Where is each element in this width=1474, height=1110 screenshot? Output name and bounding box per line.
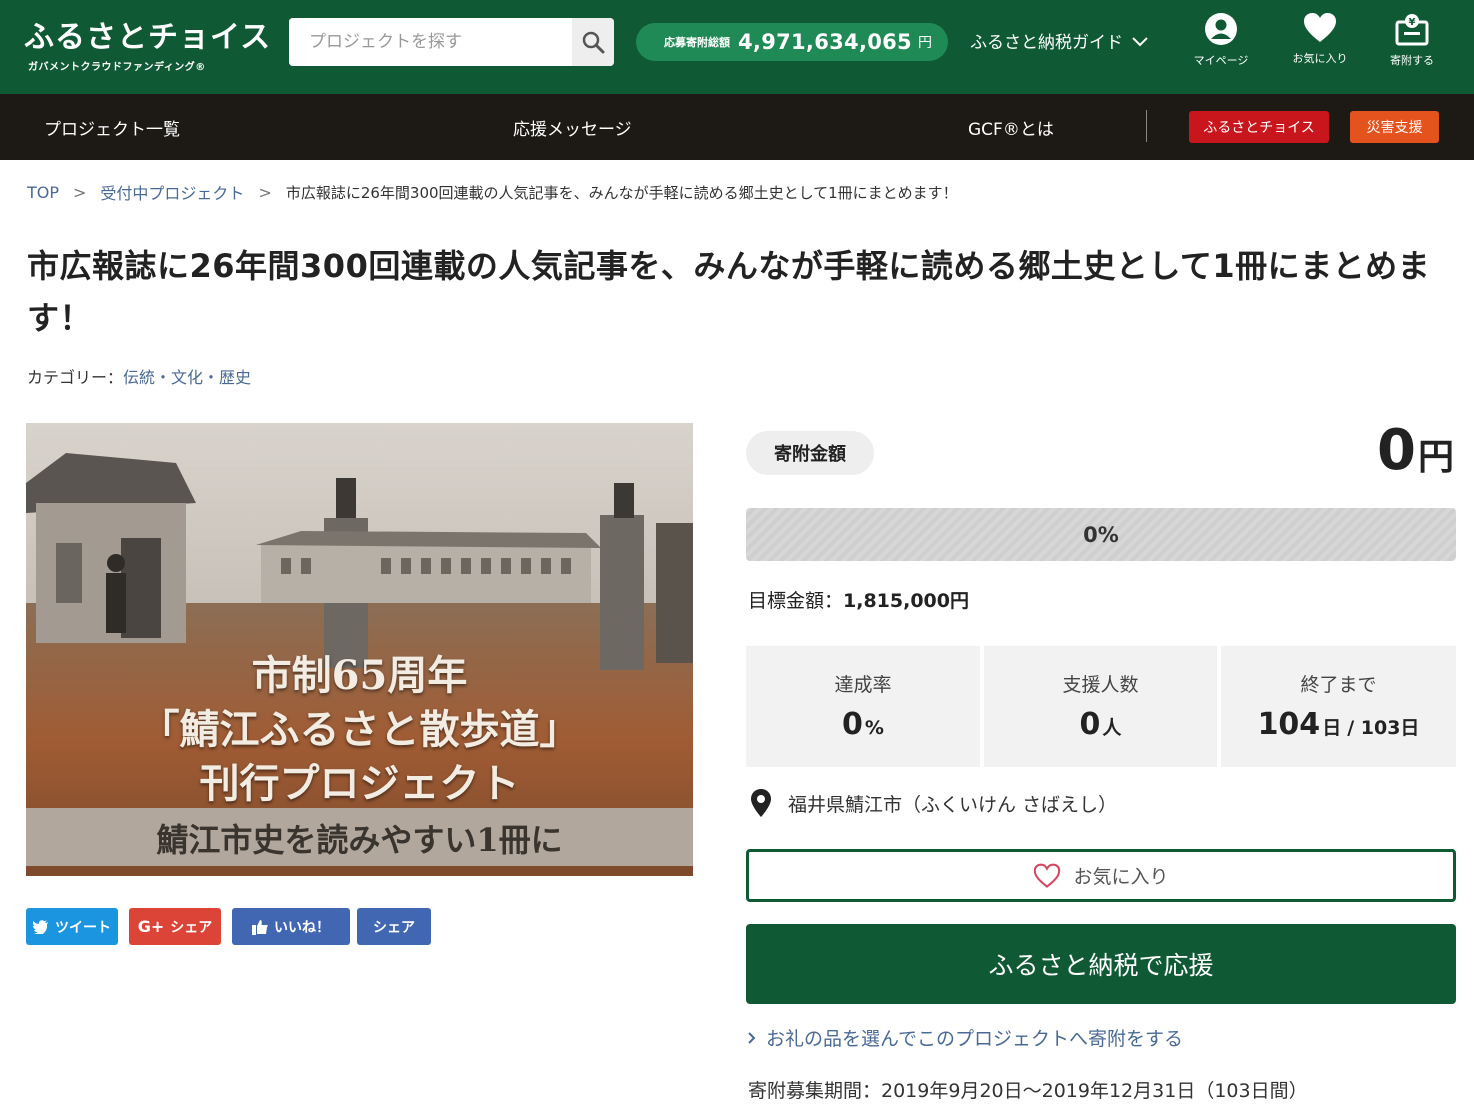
tweet-label: ツイート	[55, 919, 111, 936]
heart-outline-icon	[1034, 863, 1061, 888]
stat-remaining-unit: 日	[1322, 717, 1342, 739]
stat-rate-value: 0	[842, 707, 863, 742]
donation-amount-value: 0	[1377, 418, 1416, 483]
project-location: 福井県鯖江市（ふくいけん さばえし）	[750, 788, 1117, 818]
breadcrumb-current: 市広報誌に26年間300回連載の人気記事を、みんなが手軽に読める郷土史として1冊…	[285, 183, 958, 202]
mypage-link[interactable]: マイページ	[1181, 12, 1261, 68]
donate-link[interactable]: ¥ 寄附する	[1372, 12, 1452, 68]
stat-remaining-days: 終了まで 104 日/ 103日	[1221, 646, 1456, 767]
funding-progress-bar: 0%	[746, 508, 1456, 561]
site-header: ふるさとチョイス ガバメントクラウドファンディング® 応募寄附総額 4,971,…	[0, 0, 1474, 94]
donate-label: 寄附する	[1390, 54, 1434, 67]
search-input[interactable]	[289, 18, 572, 66]
main-nav: プロジェクト一覧 応援メッセージ GCF®とは ふるさとチョイス 災害支援	[0, 94, 1474, 160]
mypage-label: マイページ	[1193, 54, 1249, 67]
donate-box-icon: ¥	[1395, 14, 1429, 46]
donate-furusato-button[interactable]: ふるさと納税で応援	[746, 924, 1456, 1004]
category-link[interactable]: 伝統・文化・歴史	[123, 368, 251, 387]
stat-remaining-value: 104	[1257, 707, 1321, 742]
hero-text-line2: 「鯖江ふるさと散歩道」	[139, 706, 580, 753]
disaster-support-button[interactable]: 災害支援	[1350, 111, 1439, 143]
breadcrumb-separator: >	[258, 182, 272, 202]
stat-supporters-value: 0	[1079, 707, 1101, 742]
stat-supporters-unit: 人	[1102, 717, 1122, 739]
furusato-guide-menu[interactable]: ふるさと納税ガイド	[970, 28, 1149, 53]
search-icon	[582, 31, 605, 54]
twitter-bird-icon	[33, 919, 48, 934]
guide-label: ふるさと納税ガイド	[970, 33, 1123, 53]
logo-main-text: ふるさとチョイス	[24, 20, 272, 55]
map-pin-icon	[751, 789, 771, 817]
gplus-label: シェア	[170, 919, 213, 936]
gplus-share-button[interactable]: G+ シェア	[129, 908, 221, 945]
search-button[interactable]	[572, 18, 614, 66]
furusato-choice-button[interactable]: ふるさとチョイス	[1189, 111, 1329, 143]
hero-text-line4: 鯖江市史を読みやすい1冊に	[156, 821, 563, 859]
choose-gift-label: お礼の品を選んでこのプロジェクトへ寄附をする	[766, 1028, 1184, 1050]
facebook-like-button[interactable]: いいね！	[232, 908, 350, 945]
site-logo[interactable]: ふるさとチョイス ガバメントクラウドファンディング®	[24, 12, 272, 73]
add-favorite-button[interactable]: お気に入り	[746, 849, 1456, 902]
hero-text-line1: 市制65周年	[251, 652, 468, 699]
total-donations-badge: 応募寄附総額 4,971,634,065 円	[636, 23, 948, 61]
category-line: カテゴリー：伝統・文化・歴史	[27, 364, 251, 388]
favorites-label: お気に入り	[1292, 52, 1348, 65]
stat-rate-label: 達成率	[834, 674, 892, 696]
stat-remaining-label: 終了まで	[1300, 674, 1377, 696]
user-icon	[1205, 13, 1237, 45]
chevron-down-icon	[1132, 36, 1148, 46]
donation-period: 寄附募集期間：2019年9月20日〜2019年12月31日（103日間）	[748, 1080, 1308, 1102]
thumbs-up-icon	[252, 919, 268, 935]
nav-about-gcf[interactable]: GCF®とは	[968, 115, 1054, 140]
facebook-share-button[interactable]: シェア	[357, 908, 431, 945]
logo-sub-text: ガバメントクラウドファンディング®	[28, 62, 206, 73]
heart-icon	[1304, 13, 1336, 42]
goal-value: 1,815,000円	[843, 590, 969, 612]
category-label: カテゴリー：	[27, 368, 124, 387]
page-title: 市広報誌に26年間300回連載の人気記事を、みんなが手軽に読める郷土史として1冊…	[27, 247, 1431, 337]
donation-amount: 0円	[1377, 418, 1454, 483]
stat-supporters: 支援人数 0人	[984, 646, 1217, 767]
breadcrumb-separator: >	[73, 182, 87, 202]
project-hero-image: 市制65周年 「鯖江ふるさと散歩道」 刊行プロジェクト 鯖江市史を読みやすい1冊…	[26, 423, 693, 876]
stat-rate-unit: %	[864, 717, 884, 739]
goal-amount: 目標金額：1,815,000円	[748, 586, 969, 613]
favorites-link[interactable]: お気に入り	[1280, 12, 1360, 66]
choose-gift-link[interactable]: お礼の品を選んでこのプロジェクトへ寄附をする	[748, 1024, 1183, 1051]
svg-text:¥: ¥	[1409, 17, 1416, 28]
search-box	[289, 18, 614, 66]
breadcrumb: TOP > 受付中プロジェクト > 市広報誌に26年間300回連載の人気記事を、…	[27, 180, 958, 204]
chevron-right-icon	[748, 1031, 756, 1044]
nav-project-list[interactable]: プロジェクト一覧	[44, 115, 180, 140]
like-label: いいね！	[274, 919, 330, 936]
total-donations-label: 応募寄附総額	[664, 36, 730, 49]
donation-amount-unit: 円	[1417, 437, 1454, 478]
gplus-icon: G+	[137, 917, 165, 936]
breadcrumb-projects[interactable]: 受付中プロジェクト	[100, 180, 244, 204]
tweet-button[interactable]: ツイート	[26, 908, 118, 945]
stat-supporters-label: 支援人数	[1062, 674, 1139, 696]
goal-label: 目標金額：	[748, 590, 844, 612]
nav-support-messages[interactable]: 応援メッセージ	[513, 115, 632, 140]
stat-remaining-total: / 103日	[1347, 717, 1420, 739]
share-label: シェア	[373, 919, 415, 936]
progress-text: 0%	[1083, 522, 1119, 547]
location-text: 福井県鯖江市（ふくいけん さばえし）	[788, 793, 1118, 816]
stat-achievement-rate: 達成率 0%	[746, 646, 980, 767]
breadcrumb-top[interactable]: TOP	[27, 183, 59, 202]
total-donations-value: 4,971,634,065	[738, 30, 912, 54]
hero-text-line3: 刊行プロジェクト	[199, 760, 520, 807]
favorite-label: お気に入り	[1073, 866, 1169, 888]
total-donations-unit: 円	[917, 35, 932, 51]
nav-divider	[1146, 110, 1147, 142]
donation-amount-label: 寄附金額	[746, 431, 874, 475]
